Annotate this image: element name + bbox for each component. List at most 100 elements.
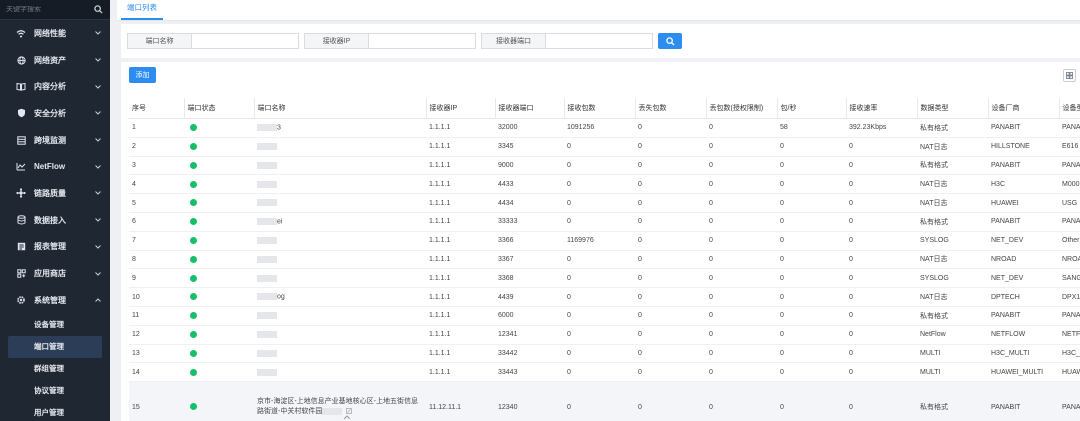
sidebar-item-8[interactable]: 报表管理 xyxy=(0,234,110,261)
column-header[interactable]: 设备厂商 xyxy=(987,98,1059,119)
cell-port: 4439 xyxy=(498,293,514,301)
column-header[interactable]: 包/秒 xyxy=(776,98,846,119)
cell-pps: 58 xyxy=(780,124,788,132)
sidebar-subitem-2[interactable]: 群组管理 xyxy=(0,358,110,380)
scroll-up-button[interactable] xyxy=(341,413,353,421)
column-header[interactable]: 接收器IP xyxy=(425,98,495,119)
column-header[interactable]: 序号 xyxy=(129,98,184,119)
table-row[interactable]: 3 1.1.1.1 9000 0 0 0 0 0 私有格式 PANABIT PANA xyxy=(129,156,1080,175)
cell-ip: 1.1.1.1 xyxy=(429,312,451,320)
cell-lost: 0 xyxy=(638,161,642,169)
status-cell xyxy=(184,306,254,325)
status-online-icon xyxy=(190,199,197,207)
port-name-input[interactable] xyxy=(191,33,299,49)
sidebar-item-2[interactable]: 内容分析 xyxy=(0,73,110,100)
search-button[interactable] xyxy=(658,33,682,49)
column-settings-icon[interactable] xyxy=(1063,69,1076,82)
table-row[interactable]: 9 1.1.1.1 3368 0 0 0 0 0 SYSLOG NET_DEV SANG xyxy=(129,268,1080,288)
cell-pps: 0 xyxy=(780,218,784,226)
port-name-text: 3 xyxy=(277,124,281,132)
table-row[interactable]: 4 1.1.1.1 4433 0 0 0 0 0 NAT日志 H3C M000 xyxy=(129,174,1080,194)
cell-pps: 0 xyxy=(780,143,784,151)
table-row[interactable]: 1 3 1.1.1.1 32000 1091256 0 0 58 392.23Kbps 私有格式 P… xyxy=(129,118,1080,138)
status-cell xyxy=(184,212,254,231)
table-row[interactable]: 10 og 1.1.1.1 4439 0 0 0 0 0 NAT日志 DPTECH DPX1 xyxy=(129,287,1080,307)
column-header[interactable]: 接收器端口 xyxy=(494,98,564,119)
cell-recv: 0 xyxy=(567,403,571,411)
status-online-icon xyxy=(190,180,197,188)
port-name-cell xyxy=(254,325,426,344)
tab-port-list[interactable]: 端口列表 xyxy=(121,2,163,20)
sidebar-item-3[interactable]: 安全分析 xyxy=(0,100,110,127)
status-online-icon xyxy=(190,312,197,320)
sidebar-item-10[interactable]: 系统管理 xyxy=(0,287,110,314)
receiver-port-input[interactable] xyxy=(545,33,653,49)
cell-lost_lic: 0 xyxy=(709,312,713,320)
table-row[interactable]: 14 1.1.1.1 33443 0 0 0 0 0 MULTI HUAWEI_MULTI HUAW xyxy=(129,362,1080,382)
cell-vendor: H3C xyxy=(991,180,1006,188)
column-header[interactable]: 端口状态 xyxy=(183,98,254,119)
status-online-icon xyxy=(190,143,197,151)
sidebar-item-label: 网络性能 xyxy=(34,28,66,38)
search-icon[interactable] xyxy=(92,4,104,16)
receiver-ip-input[interactable] xyxy=(368,33,476,49)
cell-no: 14 xyxy=(132,368,140,376)
cell-port: 4434 xyxy=(498,199,514,207)
status-online-icon xyxy=(190,403,197,411)
chevron-down-icon xyxy=(94,243,102,251)
cell-lost_lic: 0 xyxy=(709,161,713,169)
column-header[interactable]: 数据类型 xyxy=(916,98,988,119)
filter-receiver-ip: 接收器IP xyxy=(304,33,476,49)
cell-rate: 0 xyxy=(849,255,853,263)
table-row[interactable]: 11 1.1.1.1 6000 0 0 0 0 0 私有格式 PANABIT PANA xyxy=(129,306,1080,325)
cell-pps: 0 xyxy=(780,237,784,245)
cell-no: 12 xyxy=(132,331,140,339)
cell-rate: 0 xyxy=(849,403,853,411)
cell-model: E616 xyxy=(1062,143,1079,151)
table-row[interactable]: 7 1.1.1.1 3366 1169976 0 0 0 0 SYSLOG NET_DEV Othe… xyxy=(129,231,1080,250)
cell-rate: 0 xyxy=(849,274,853,282)
sidebar-item-6[interactable]: 链路质量 xyxy=(0,180,110,207)
column-header[interactable]: 设备型号 xyxy=(1058,98,1080,119)
sidebar-item-5[interactable]: NetFlow xyxy=(0,153,110,180)
sidebar-subitem-3[interactable]: 协议管理 xyxy=(0,380,110,402)
table-row[interactable]: 15 京市-海淀区-上地信息产业基地核心区-上地五街信息路街道-中关村软件园 11.… xyxy=(129,381,1080,421)
cell-pps: 0 xyxy=(780,274,784,282)
table-row[interactable]: 12 1.1.1.1 12341 0 0 0 0 0 NetFlow NETFLOW NETF xyxy=(129,325,1080,344)
port-name-cell: ei xyxy=(254,212,426,231)
table-row[interactable]: 6 ei 1.1.1.1 33333 0 0 0 0 0 私有格式 PANABIT PANA xyxy=(129,212,1080,231)
column-header[interactable]: 丢包数(授权限制) xyxy=(705,98,777,119)
sidebar-item-label: 应用商店 xyxy=(34,269,66,279)
sidebar-subitem-1[interactable]: 端口管理 xyxy=(8,335,102,358)
sidebar-item-label: 数据接入 xyxy=(34,215,66,225)
sidebar-item-4[interactable]: 跨境监测 xyxy=(0,127,110,154)
sidebar-search-input[interactable] xyxy=(6,6,92,13)
cell-rate: 0 xyxy=(849,180,853,188)
add-button[interactable]: 添加 xyxy=(129,67,156,83)
table-row[interactable]: 5 1.1.1.1 4434 0 0 0 0 0 NAT日志 HUAWEI USG xyxy=(129,193,1080,213)
chevron-down-icon xyxy=(94,189,102,197)
column-header[interactable]: 接收速率 xyxy=(845,98,917,119)
cell-lost: 0 xyxy=(638,143,642,151)
sidebar-subitem-4[interactable]: 用户管理 xyxy=(0,402,110,421)
sidebar-subnav: 设备管理 端口管理 群组管理 协议管理 用户管理 xyxy=(0,314,110,421)
tab-bar: 端口列表 xyxy=(117,0,1080,21)
sidebar-item-9[interactable]: 应用商店 xyxy=(0,260,110,287)
cell-model: PANA xyxy=(1062,403,1080,411)
status-cell xyxy=(184,288,254,307)
port-name-cell xyxy=(254,269,426,288)
sidebar-item-7[interactable]: 数据接入 xyxy=(0,207,110,234)
table-row[interactable]: 8 1.1.1.1 3367 0 0 0 0 0 NAT日志 NROAD NROA xyxy=(129,250,1080,269)
cell-pps: 0 xyxy=(780,312,784,320)
status-online-icon xyxy=(190,293,197,301)
port-table-wrapper: 序号 端口状态 端口名称 接收器IP 接收器端口 接收包数 丢失包数 丢包数(授权限制) 包/秒… xyxy=(129,98,1080,421)
table-row[interactable]: 13 1.1.1.1 33442 0 0 0 0 0 MULTI H3C_MULTI H3C_ xyxy=(129,344,1080,363)
table-row[interactable]: 2 1.1.1.1 3345 0 0 0 0 0 NAT日志 HILLSTONE E616 xyxy=(129,137,1080,156)
sidebar-item-1[interactable]: 网络资产 xyxy=(0,47,110,74)
column-header[interactable]: 接收包数 xyxy=(563,98,635,119)
column-header[interactable]: 端口名称 xyxy=(253,98,426,119)
sidebar-subitem-0[interactable]: 设备管理 xyxy=(0,314,110,336)
sidebar-item-0[interactable]: 网络性能 xyxy=(0,20,110,47)
column-header[interactable]: 丢失包数 xyxy=(634,98,706,119)
cell-vendor: PANABIT xyxy=(991,312,1021,320)
